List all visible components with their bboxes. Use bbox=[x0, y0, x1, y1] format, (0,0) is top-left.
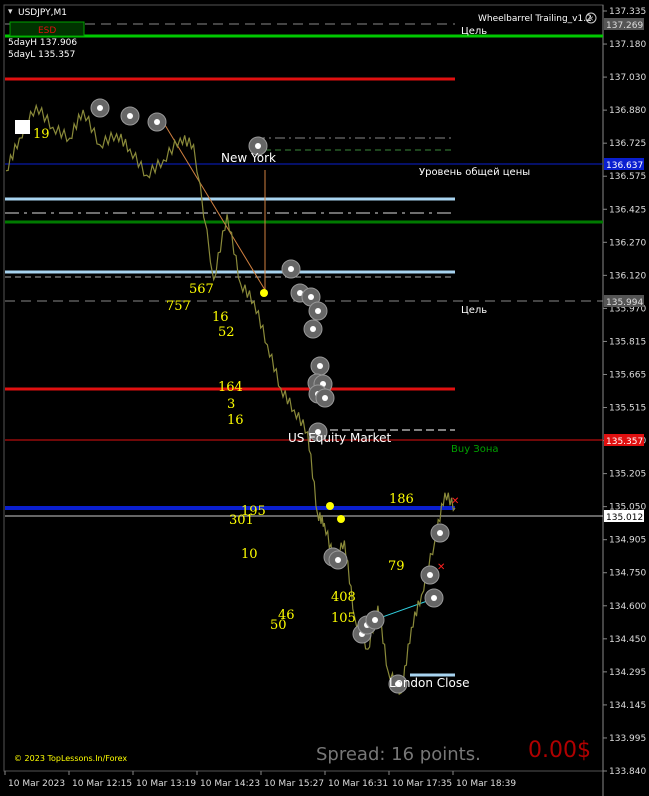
header: ▾ USDJPY,M1 Wheelbarrel Trailing_v1.2 ✕ … bbox=[8, 7, 597, 60]
time-axis-ticks: 10 Mar 2023 10 Mar 12:15 10 Mar 13:19 10 Ma… bbox=[4, 771, 516, 789]
indicator-close-button[interactable]: ✕ bbox=[585, 12, 597, 24]
marker-circle bbox=[281, 259, 301, 279]
price-tick-label: 135.515 bbox=[609, 404, 646, 414]
price-tick-label: 136.270 bbox=[609, 238, 646, 248]
profit-text: 0.00$ bbox=[528, 738, 591, 763]
marker-circle bbox=[365, 610, 385, 630]
close-icon: ✕ bbox=[588, 15, 594, 23]
price-tick-label: 134.145 bbox=[609, 701, 646, 711]
chart-number: 567 bbox=[189, 282, 214, 297]
price-tick-label: 136.880 bbox=[609, 106, 646, 116]
marker-circle bbox=[430, 523, 450, 543]
chart-number: 757 bbox=[166, 299, 191, 314]
price-chart[interactable]: ✕ ✕ 137.335137.180137.030136.880136.7251… bbox=[0, 0, 649, 796]
horizontal-levels bbox=[5, 23, 603, 677]
price-tick-label: 137.030 bbox=[609, 73, 646, 83]
chart-number: 16 bbox=[212, 310, 229, 325]
time-tick-label: 10 Mar 18:39 bbox=[456, 779, 516, 789]
session-london-close: London Close bbox=[389, 676, 470, 690]
session-new-york: New York bbox=[221, 151, 276, 165]
time-tick-label: 10 Mar 12:15 bbox=[72, 779, 132, 789]
copyright-text: © 2023 TopLessons.In/Forex bbox=[14, 754, 127, 763]
marker-circle bbox=[310, 356, 330, 376]
chart-number: 50 bbox=[270, 618, 287, 633]
price-tick-label: 137.335 bbox=[609, 7, 646, 17]
marker-yellow-dot bbox=[337, 515, 345, 523]
price-tick-label: 136.120 bbox=[609, 271, 646, 281]
tagged-price-135994: 135.994 bbox=[604, 295, 644, 308]
price-tick-label: 134.750 bbox=[609, 569, 646, 579]
indicator-title: Wheelbarrel Trailing_v1.2 bbox=[478, 14, 592, 24]
marker-yellow-dot bbox=[326, 502, 334, 510]
five-day-high: 5dayH 137.906 bbox=[8, 38, 77, 48]
marker-red-x: ✕ bbox=[451, 496, 459, 507]
price-tick-label: 136.575 bbox=[609, 172, 646, 182]
marker-circle bbox=[424, 588, 444, 608]
price-tick-label: 134.600 bbox=[609, 602, 646, 612]
price-axis-ticks: 137.335 137.180 137.030 136.880 136.725 136.5… bbox=[603, 7, 646, 777]
tagged-price-136637: 136.637 bbox=[604, 158, 644, 171]
signal-markers: ✕ ✕ bbox=[90, 98, 459, 694]
price-tick-label: 134.295 bbox=[609, 668, 646, 678]
price-tick-label: 136.425 bbox=[609, 205, 646, 215]
price-tick-label: 134.450 bbox=[609, 635, 646, 645]
chart-number: 164 bbox=[218, 380, 243, 395]
price-tick-label: 134.905 bbox=[609, 536, 646, 546]
chart-number: 408 bbox=[331, 590, 356, 605]
five-day-low: 5dayL 135.357 bbox=[8, 50, 75, 60]
tagged-price-label: 135.357 bbox=[606, 437, 643, 447]
marker-circle bbox=[303, 319, 323, 339]
marker-yellow-dot bbox=[260, 289, 268, 297]
tagged-price-label: 135.012 bbox=[606, 513, 643, 523]
marker-circle bbox=[90, 98, 110, 118]
marker-circle bbox=[328, 550, 348, 570]
chart-number: 186 bbox=[389, 492, 414, 507]
label-buy-zone: Buy Зона bbox=[451, 444, 499, 455]
price-tick-label: 133.840 bbox=[609, 767, 646, 777]
chart-number: 3 bbox=[227, 397, 235, 412]
marker-red-x: ✕ bbox=[437, 562, 445, 573]
chart-number: 105 bbox=[331, 611, 356, 626]
label-general-price-level: Уровень общей цены bbox=[419, 167, 530, 178]
marker-circle bbox=[120, 106, 140, 126]
price-tick-label: 135.665 bbox=[609, 370, 646, 380]
time-tick-label: 10 Mar 14:23 bbox=[200, 779, 260, 789]
time-tick-label: 10 Mar 16:31 bbox=[328, 779, 388, 789]
tagged-price-137269: 137.269 bbox=[604, 18, 644, 31]
chart-number: 52 bbox=[218, 325, 235, 340]
time-tick-label: 10 Mar 17:35 bbox=[392, 779, 452, 789]
tagged-price-label: 137.269 bbox=[606, 21, 643, 31]
chart-number: 16 bbox=[227, 413, 244, 428]
price-tick-label: 133.995 bbox=[609, 734, 646, 744]
spread-text: Spread: 16 points. bbox=[316, 744, 481, 765]
tagged-price-135012: 135.012 bbox=[604, 510, 644, 523]
chart-number: 79 bbox=[388, 559, 405, 574]
white-square-marker bbox=[15, 120, 30, 134]
price-tick-label: 135.815 bbox=[609, 337, 646, 347]
time-tick-label: 10 Mar 2023 bbox=[8, 779, 65, 789]
session-us-equity: US Equity Market bbox=[288, 431, 392, 445]
chart-numbers: 19 567 757 16 52 164 3 16 195 301 186 10… bbox=[33, 127, 414, 633]
chart-number: 19 bbox=[33, 127, 50, 142]
chart-number: 301 bbox=[229, 513, 254, 528]
esd-badge: ESD bbox=[38, 26, 56, 36]
marker-circle bbox=[308, 301, 328, 321]
tagged-price-135357: 135.357 bbox=[604, 434, 644, 447]
tagged-price-label: 136.637 bbox=[606, 161, 643, 171]
label-target-mid: Цель bbox=[461, 305, 487, 316]
symbol-timeframe: USDJPY,M1 bbox=[18, 8, 67, 18]
time-tick-label: 10 Mar 13:19 bbox=[136, 779, 196, 789]
time-tick-label: 10 Mar 15:27 bbox=[264, 779, 324, 789]
chart-number: 10 bbox=[241, 547, 258, 562]
marker-circle bbox=[315, 388, 335, 408]
marker-circle bbox=[147, 112, 167, 132]
price-tick-label: 137.180 bbox=[609, 40, 646, 50]
chart-menu-icon[interactable]: ▾ bbox=[8, 7, 13, 17]
label-target-top: Цель bbox=[461, 26, 487, 37]
price-tick-label: 136.725 bbox=[609, 139, 646, 149]
tagged-price-label: 135.994 bbox=[606, 298, 643, 308]
price-tick-label: 135.205 bbox=[609, 470, 646, 480]
